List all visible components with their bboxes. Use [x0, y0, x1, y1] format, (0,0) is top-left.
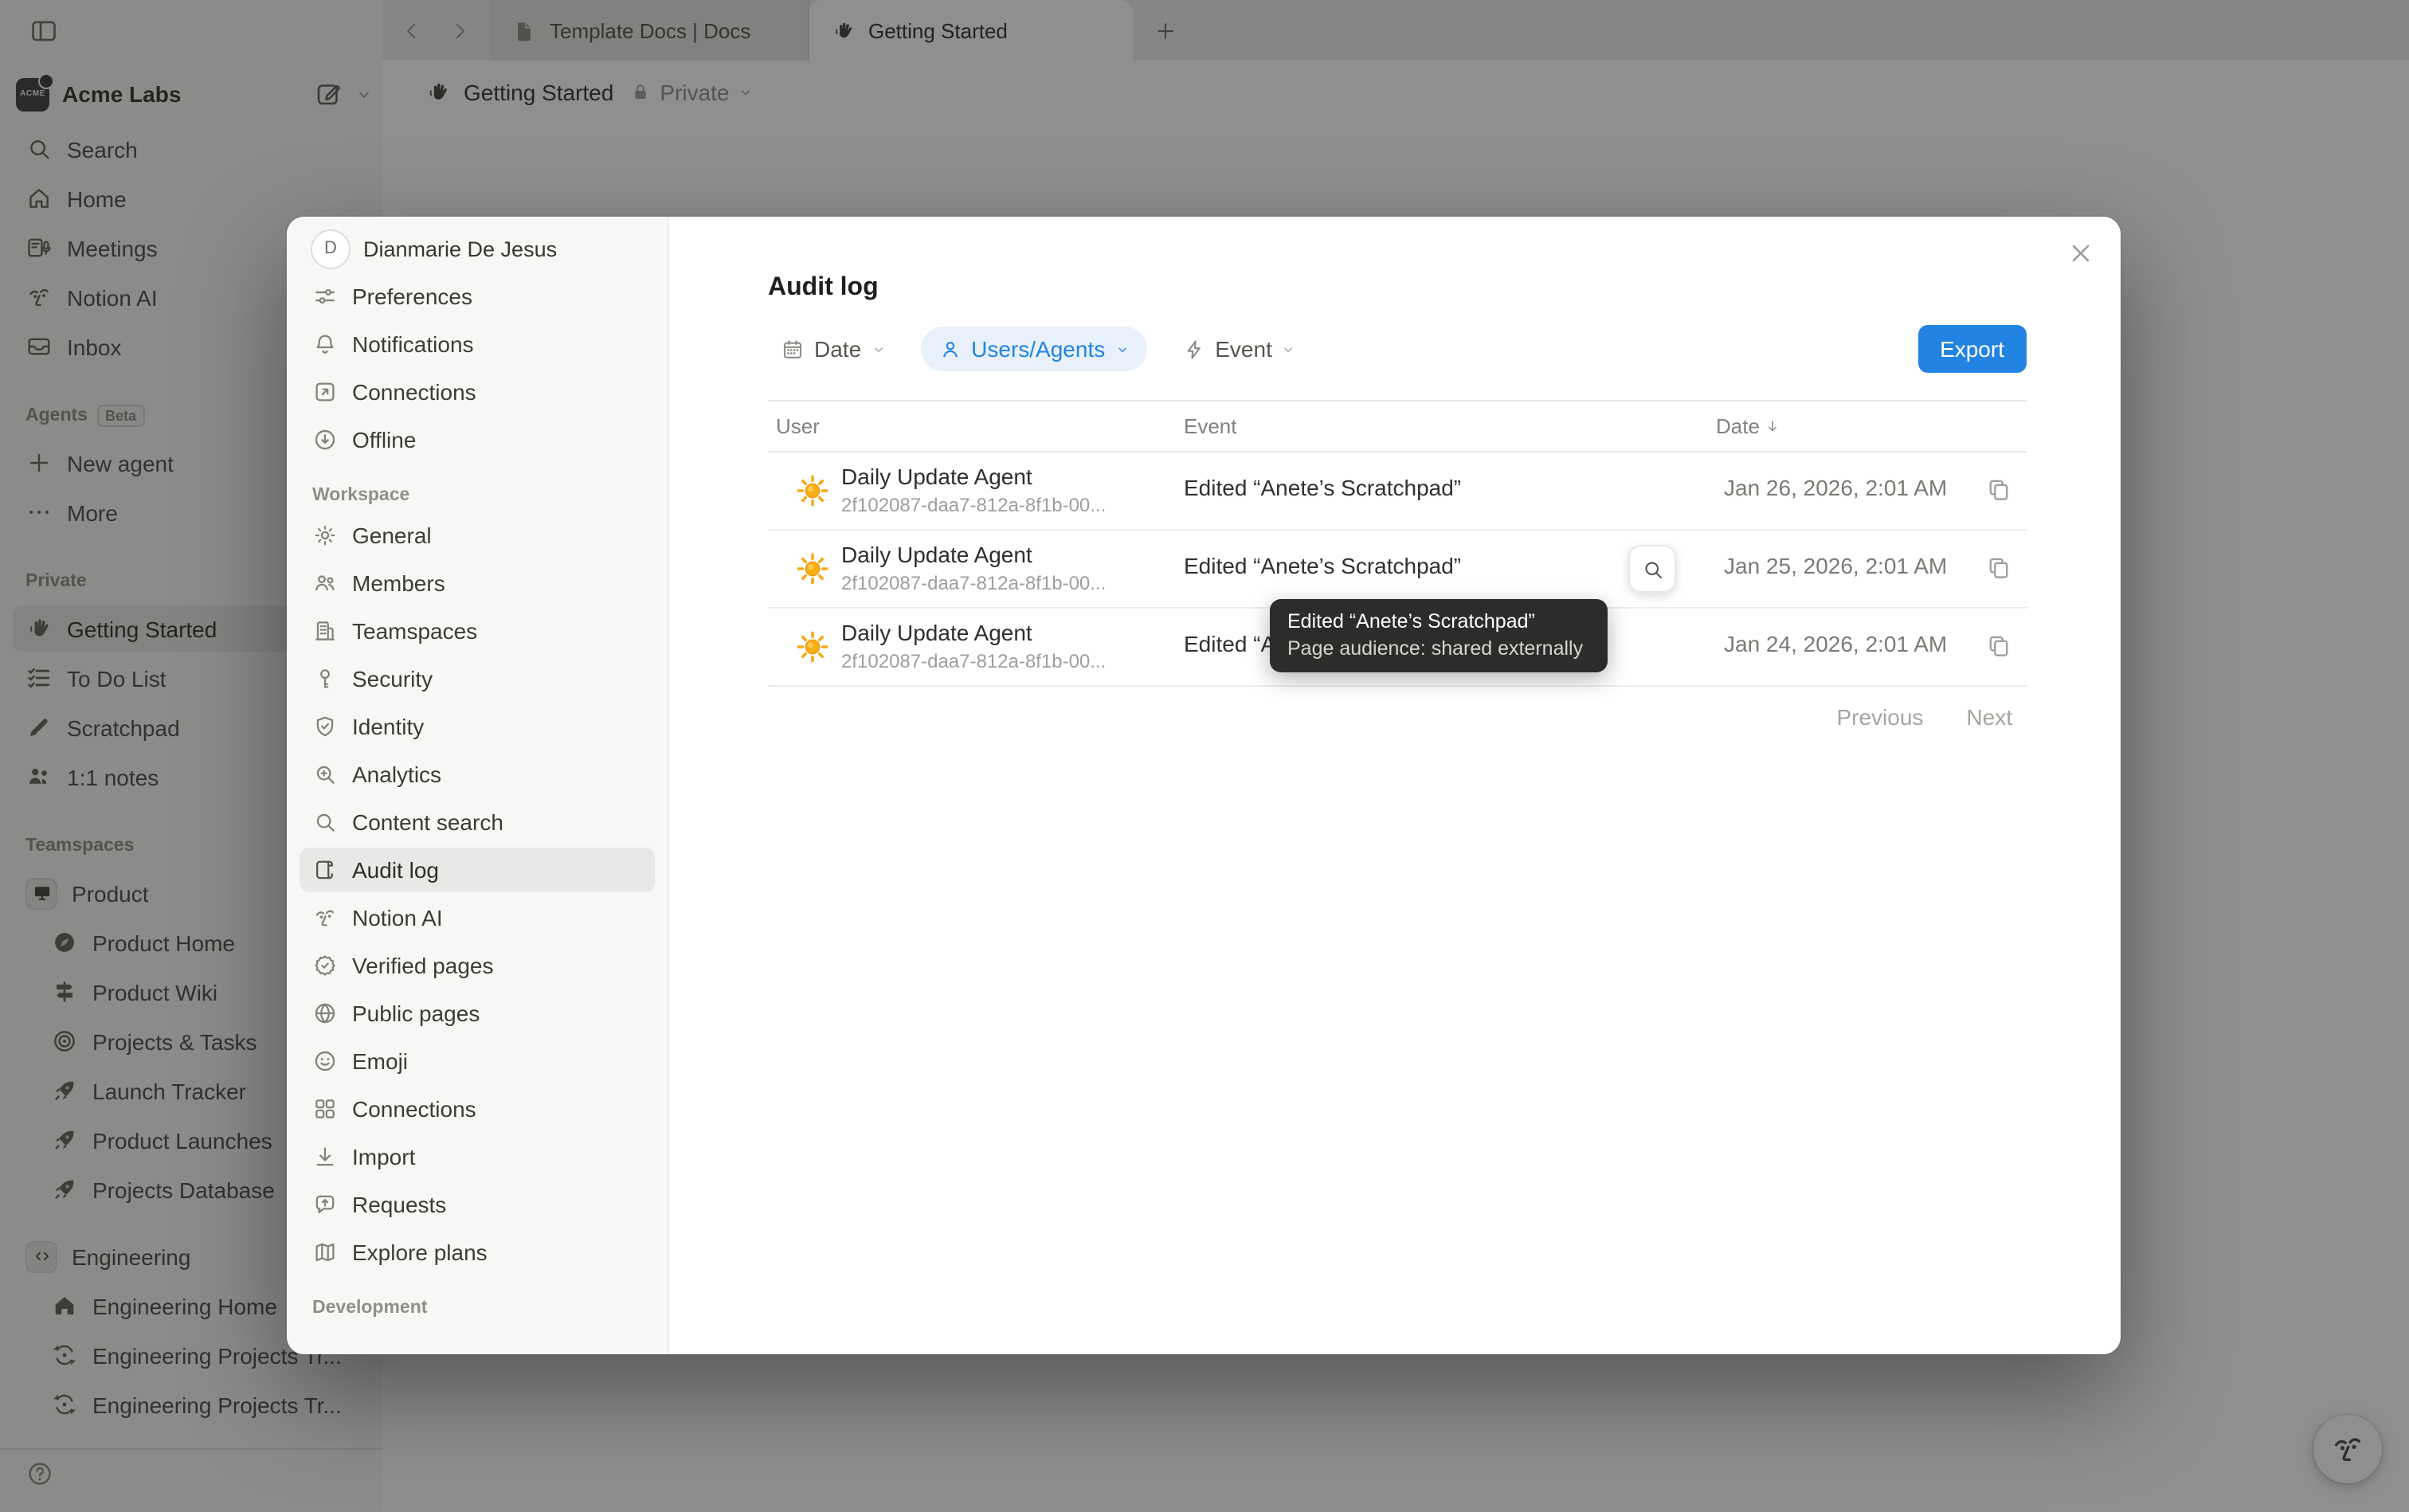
settings-sidebar: D Dianmarie De Jesus Preferences Notific… — [287, 217, 669, 1354]
settings-item-identity[interactable]: Identity — [300, 704, 655, 749]
settings-item-connections[interactable]: Connections — [300, 1087, 655, 1131]
settings-item-audit-log[interactable]: Audit log — [300, 848, 655, 892]
agent-id: 2f102087-daa7-812a-8f1b-00... — [841, 494, 1106, 516]
key-icon — [312, 666, 338, 691]
settings-section-workspace: Workspace — [312, 478, 642, 513]
agent-name: Daily Update Agent — [841, 542, 1032, 567]
account-name: Dianmarie De Jesus — [363, 237, 557, 260]
sun-icon — [795, 473, 830, 508]
download-circle-icon — [312, 427, 338, 452]
calendar-icon — [781, 337, 805, 361]
arrow-up-right-square-icon — [312, 379, 338, 405]
settings-item-verified-pages[interactable]: Verified pages — [300, 943, 655, 988]
audit-log-row[interactable]: Daily Update Agent 2f102087-daa7-812a-8f… — [768, 452, 2027, 531]
settings-item-notifications[interactable]: Notifications — [300, 322, 655, 366]
close-icon[interactable] — [2066, 239, 2095, 268]
column-event[interactable]: Event — [1184, 402, 1237, 451]
settings-content: Audit log Date Users/Agents Event Export… — [669, 217, 2121, 1354]
notion-app: ACME Acme Labs Search Home Meetings Noti… — [0, 0, 2409, 1512]
settings-item-emoji[interactable]: Emoji — [300, 1039, 655, 1083]
sun-icon — [795, 629, 830, 664]
export-button[interactable]: Export — [1917, 325, 2027, 373]
event-tooltip: Edited “Anete’s Scratchpad” Page audienc… — [1270, 599, 1608, 672]
settings-item-content-search[interactable]: Content search — [300, 800, 655, 844]
arrow-down-icon — [1765, 417, 1782, 435]
column-user[interactable]: User — [776, 402, 820, 451]
tooltip-detail: Page audience: shared externally — [1287, 636, 1590, 663]
previous-button[interactable]: Previous — [1836, 704, 1923, 730]
settings-item-security[interactable]: Security — [300, 656, 655, 701]
bolt-icon — [1181, 337, 1205, 361]
row-search-button[interactable] — [1628, 545, 1676, 593]
badge-check-icon — [312, 953, 338, 978]
sliders-icon — [312, 284, 338, 309]
settings-item-preferences[interactable]: Preferences — [300, 274, 655, 319]
copy-icon[interactable] — [1985, 476, 2012, 503]
person-icon — [938, 337, 962, 361]
filter-users-agents[interactable]: Users/Agents — [920, 327, 1146, 371]
settings-item-notion-ai[interactable]: Notion AI — [300, 895, 655, 940]
tooltip-event: Edited “Anete’s Scratchpad” — [1287, 609, 1590, 636]
column-date[interactable]: Date — [1716, 402, 1782, 451]
ai-face-icon — [312, 905, 338, 930]
settings-item-general[interactable]: General — [300, 513, 655, 558]
next-button[interactable]: Next — [1966, 704, 2012, 730]
filter-bar: Date Users/Agents Event — [768, 325, 1309, 373]
settings-item-members[interactable]: Members — [300, 561, 655, 605]
chevron-down-icon — [1282, 342, 1296, 356]
sun-icon — [795, 551, 830, 586]
building-icon — [312, 618, 338, 644]
grid-icon — [312, 1096, 338, 1122]
event-date: Jan 24, 2026, 2:01 AM — [1724, 631, 1947, 656]
settings-item-offline[interactable]: Offline — [300, 417, 655, 462]
filter-date[interactable]: Date — [768, 327, 898, 371]
shield-check-icon — [312, 714, 338, 739]
settings-modal: D Dianmarie De Jesus Preferences Notific… — [287, 217, 2121, 1354]
table-header: User Event Date — [768, 400, 2027, 452]
globe-icon — [312, 1001, 338, 1026]
settings-item-import[interactable]: Import — [300, 1134, 655, 1179]
scroll-icon — [312, 857, 338, 883]
settings-item-teamspaces[interactable]: Teamspaces — [300, 609, 655, 653]
agent-id: 2f102087-daa7-812a-8f1b-00... — [841, 572, 1106, 594]
filter-event[interactable]: Event — [1169, 327, 1309, 371]
magnifier-plus-icon — [312, 762, 338, 787]
agent-name: Daily Update Agent — [841, 620, 1032, 645]
event-date: Jan 25, 2026, 2:01 AM — [1724, 553, 1947, 578]
audit-log-title: Audit log — [768, 274, 879, 303]
settings-item-connections[interactable]: Connections — [300, 370, 655, 414]
settings-item-public-pages[interactable]: Public pages — [300, 991, 655, 1036]
smiley-icon — [312, 1048, 338, 1074]
settings-item-explore-plans[interactable]: Explore plans — [300, 1230, 655, 1275]
gear-icon — [312, 523, 338, 548]
settings-item-requests[interactable]: Requests — [300, 1182, 655, 1227]
agent-name: Daily Update Agent — [841, 464, 1032, 489]
agent-id: 2f102087-daa7-812a-8f1b-00... — [841, 650, 1106, 672]
event-date: Jan 26, 2026, 2:01 AM — [1724, 475, 1947, 500]
settings-section-development: Development — [312, 1291, 642, 1326]
event-text: Edited “Anete’s Scratchpad” — [1184, 475, 1461, 500]
avatar: D — [312, 230, 349, 267]
chat-up-icon — [312, 1192, 338, 1217]
copy-icon[interactable] — [1985, 554, 2012, 582]
search-icon — [312, 809, 338, 835]
pagination: Previous Next — [1836, 704, 2012, 730]
map-icon — [312, 1240, 338, 1265]
settings-item-analytics[interactable]: Analytics — [300, 752, 655, 797]
account-row[interactable]: D Dianmarie De Jesus — [300, 223, 655, 274]
download-icon — [312, 1144, 338, 1169]
event-text: Edited “Anete’s Scratchpad” — [1184, 553, 1461, 578]
search-icon — [1640, 557, 1664, 581]
copy-icon[interactable] — [1985, 633, 2012, 660]
bell-icon — [312, 331, 338, 357]
chevron-down-icon — [871, 342, 885, 356]
members-icon — [312, 570, 338, 596]
audit-log-row[interactable]: Daily Update Agent 2f102087-daa7-812a-8f… — [768, 531, 2027, 609]
chevron-down-icon — [1114, 342, 1129, 356]
